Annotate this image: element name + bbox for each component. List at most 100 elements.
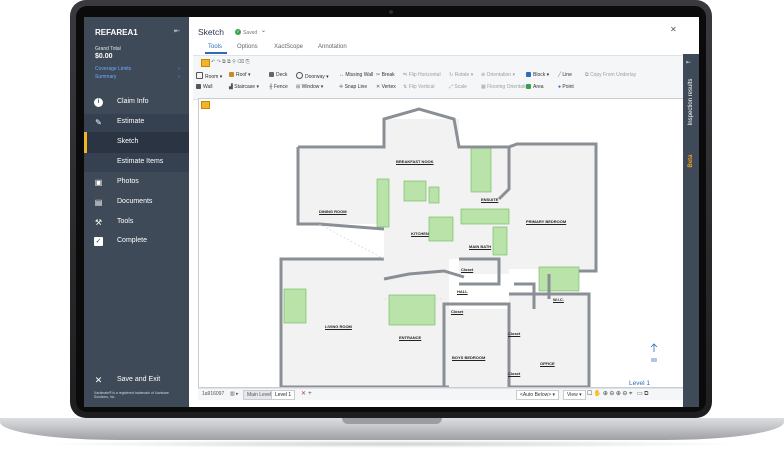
zoom-controls-icons[interactable]: ☐✋⊕⊖⊕⊖⌖ ▭⧉: [587, 390, 650, 398]
line-tool[interactable]: ╱ Line: [558, 72, 572, 78]
save-exit-label: Save and Exit: [117, 376, 161, 383]
sidebar-item-photos[interactable]: ▣ Photos: [84, 174, 189, 192]
orientation-tool[interactable]: ⊕ Orientation ▾: [481, 72, 515, 78]
fence-tool[interactable]: ╫ Fence: [269, 84, 288, 90]
sidebar-item-complete[interactable]: ✓ Complete: [84, 233, 189, 251]
room-label: HALL: [457, 289, 468, 294]
coverage-limits-link[interactable]: Coverage Limits: [95, 66, 131, 72]
close-icon: ✕: [94, 375, 103, 385]
room-label: DINING ROOM: [319, 209, 347, 214]
roof-tool[interactable]: Roof ▾: [229, 72, 250, 78]
doorway-tool[interactable]: Doorway ▾: [296, 72, 329, 80]
staircase-tool[interactable]: ▟ Staircase ▾: [229, 84, 259, 90]
sidebar-item-tools[interactable]: ⚒ Tools: [84, 214, 189, 232]
flooring-orientation-tool[interactable]: ▦ Flooring Orientation: [481, 84, 531, 90]
copy-from-underlay-tool[interactable]: ⧉ Copy From Underlay: [585, 72, 636, 78]
vertex-tool[interactable]: ✕ Vertex: [376, 84, 396, 90]
close-level-icon[interactable]: ✕: [301, 390, 306, 397]
north-arrow-icon: [650, 343, 658, 362]
info-icon: i: [94, 98, 103, 107]
room-label: LIVING ROOM: [325, 324, 352, 329]
documents-icon: ▤: [94, 198, 103, 207]
flip-vertical-tool[interactable]: ⇅ Flip Vertical: [403, 84, 434, 90]
room-label: Closet: [451, 309, 464, 314]
tab-xactscope[interactable]: XactScope: [274, 44, 303, 50]
level-tab[interactable]: Level 1: [271, 390, 296, 400]
deck-tool[interactable]: Deck: [269, 72, 287, 78]
room-label: BOYS BEDROOM: [452, 355, 486, 360]
sidebar-item-label: Sketch: [117, 138, 139, 145]
room-label: OFFICE: [540, 361, 555, 366]
sidebar-item-label: Estimate: [117, 118, 145, 125]
sidebar-item-documents[interactable]: ▤ Documents: [84, 194, 189, 212]
sidebar-item-label: Estimate Items: [117, 158, 164, 165]
add-level-icon[interactable]: +: [308, 390, 312, 397]
laptop-notch: [342, 418, 442, 424]
sidebar-item-label: Documents: [117, 198, 153, 205]
inspection-panel[interactable]: ⇤ Inspection results Beta: [683, 54, 699, 407]
point-tool[interactable]: ● Point: [558, 84, 574, 90]
room-label: BREAKFAST NOOK: [396, 159, 434, 164]
sidebar-item-claim-info[interactable]: i Claim Info: [84, 94, 189, 112]
break-tool[interactable]: ✂ Break: [376, 72, 395, 78]
tab-tools[interactable]: Tools: [208, 44, 222, 50]
active-indicator: [84, 132, 87, 153]
missing-wall-tool[interactable]: ↔ Missing Wall: [339, 72, 373, 78]
close-icon[interactable]: ✕: [670, 25, 677, 34]
auto-below-select[interactable]: <Auto Below> ▾: [516, 390, 560, 400]
camera-icon: [389, 10, 393, 14]
sidebar: REFAREA1 ⇤ Grand Total $0.00 Coverage Li…: [84, 17, 189, 407]
photo-icon: ▣: [94, 178, 103, 187]
sheet-dropdown-icon[interactable]: ▥ ▸: [230, 391, 239, 397]
chevron-down-icon[interactable]: ⌄: [261, 27, 266, 34]
room-tool[interactable]: Room ▾: [196, 72, 222, 80]
wall-tool[interactable]: Wall: [196, 84, 213, 90]
tab-options[interactable]: Options: [237, 44, 258, 50]
room-label: MAIN BATH: [469, 244, 492, 249]
view-select[interactable]: View ▾: [563, 390, 586, 400]
sidebar-item-label: Tools: [117, 218, 134, 225]
collapse-sidebar-icon[interactable]: ⇤: [174, 28, 182, 36]
room-label: Closet: [461, 267, 474, 272]
grand-total-label: Grand Total: [95, 46, 121, 52]
expand-panel-icon[interactable]: ⇤: [686, 59, 691, 66]
room-label: ENTRANCE: [399, 335, 422, 340]
main-area: Sketch ✓ Saved ⌄ ✕ Tools Options XactSco…: [189, 17, 689, 407]
block-tool[interactable]: Block ▾: [526, 72, 549, 78]
check-icon: ✓: [94, 237, 103, 246]
saved-check-icon: ✓: [235, 29, 241, 35]
laptop-shadow: [40, 440, 744, 448]
undo-redo-icons[interactable]: ↶ ↷ ⧉ ⧉ ⚲ ⌫ ⎘: [211, 59, 250, 65]
tab-active-underline: [205, 52, 227, 54]
room-label: KITCHEN: [411, 231, 429, 236]
wrench-icon: ⚒: [94, 218, 103, 227]
window-tool[interactable]: ⊞ Window ▾: [296, 84, 323, 90]
room-label: W.I.C.: [553, 297, 564, 302]
snap-line-tool[interactable]: ✛ Snap Line: [339, 84, 367, 90]
sidebar-item-label: Claim Info: [117, 98, 149, 105]
sidebar-item-label: Complete: [117, 237, 147, 244]
room-label: PRIMARY BEDROOM: [526, 219, 567, 224]
tab-annotation[interactable]: Annotation: [318, 44, 347, 50]
rotate-tool[interactable]: ↻ Rotate ▾: [449, 72, 473, 78]
level-indicator: Level 1: [629, 380, 650, 387]
room-label: Closet: [508, 331, 521, 336]
bottom-bar: 1a916097 ▥ ▸ Main Level Level 1 ✕ + <Aut…: [198, 388, 689, 400]
sidebar-item-sketch[interactable]: Sketch: [84, 132, 189, 153]
saved-status: Saved: [243, 29, 258, 36]
sheet-id: 1a916097: [202, 391, 225, 397]
area-tool[interactable]: Area: [526, 84, 544, 90]
summary-chevron-icon[interactable]: ›: [178, 74, 180, 80]
app-screen: REFAREA1 ⇤ Grand Total $0.00 Coverage Li…: [84, 17, 699, 407]
beta-badge: Beta: [688, 154, 694, 168]
select-tool-icon[interactable]: [201, 59, 210, 67]
flip-horizontal-tool[interactable]: ⇋ Flip Horizontal: [403, 72, 441, 78]
hammer-icon: ✎: [95, 118, 102, 127]
save-exit-button[interactable]: ✕ Save and Exit: [84, 372, 189, 390]
sidebar-item-estimate[interactable]: ✎ Estimate: [84, 114, 189, 132]
sketch-canvas[interactable]: BREAKFAST NOOK DINING ROOM KITCHEN ENSUI…: [198, 98, 689, 388]
coverage-chevron-icon[interactable]: ›: [178, 66, 180, 72]
summary-link[interactable]: Summary: [95, 74, 116, 80]
scale-tool[interactable]: ⤢ Scale: [449, 84, 467, 90]
sidebar-item-estimate-items[interactable]: Estimate Items: [84, 153, 189, 172]
